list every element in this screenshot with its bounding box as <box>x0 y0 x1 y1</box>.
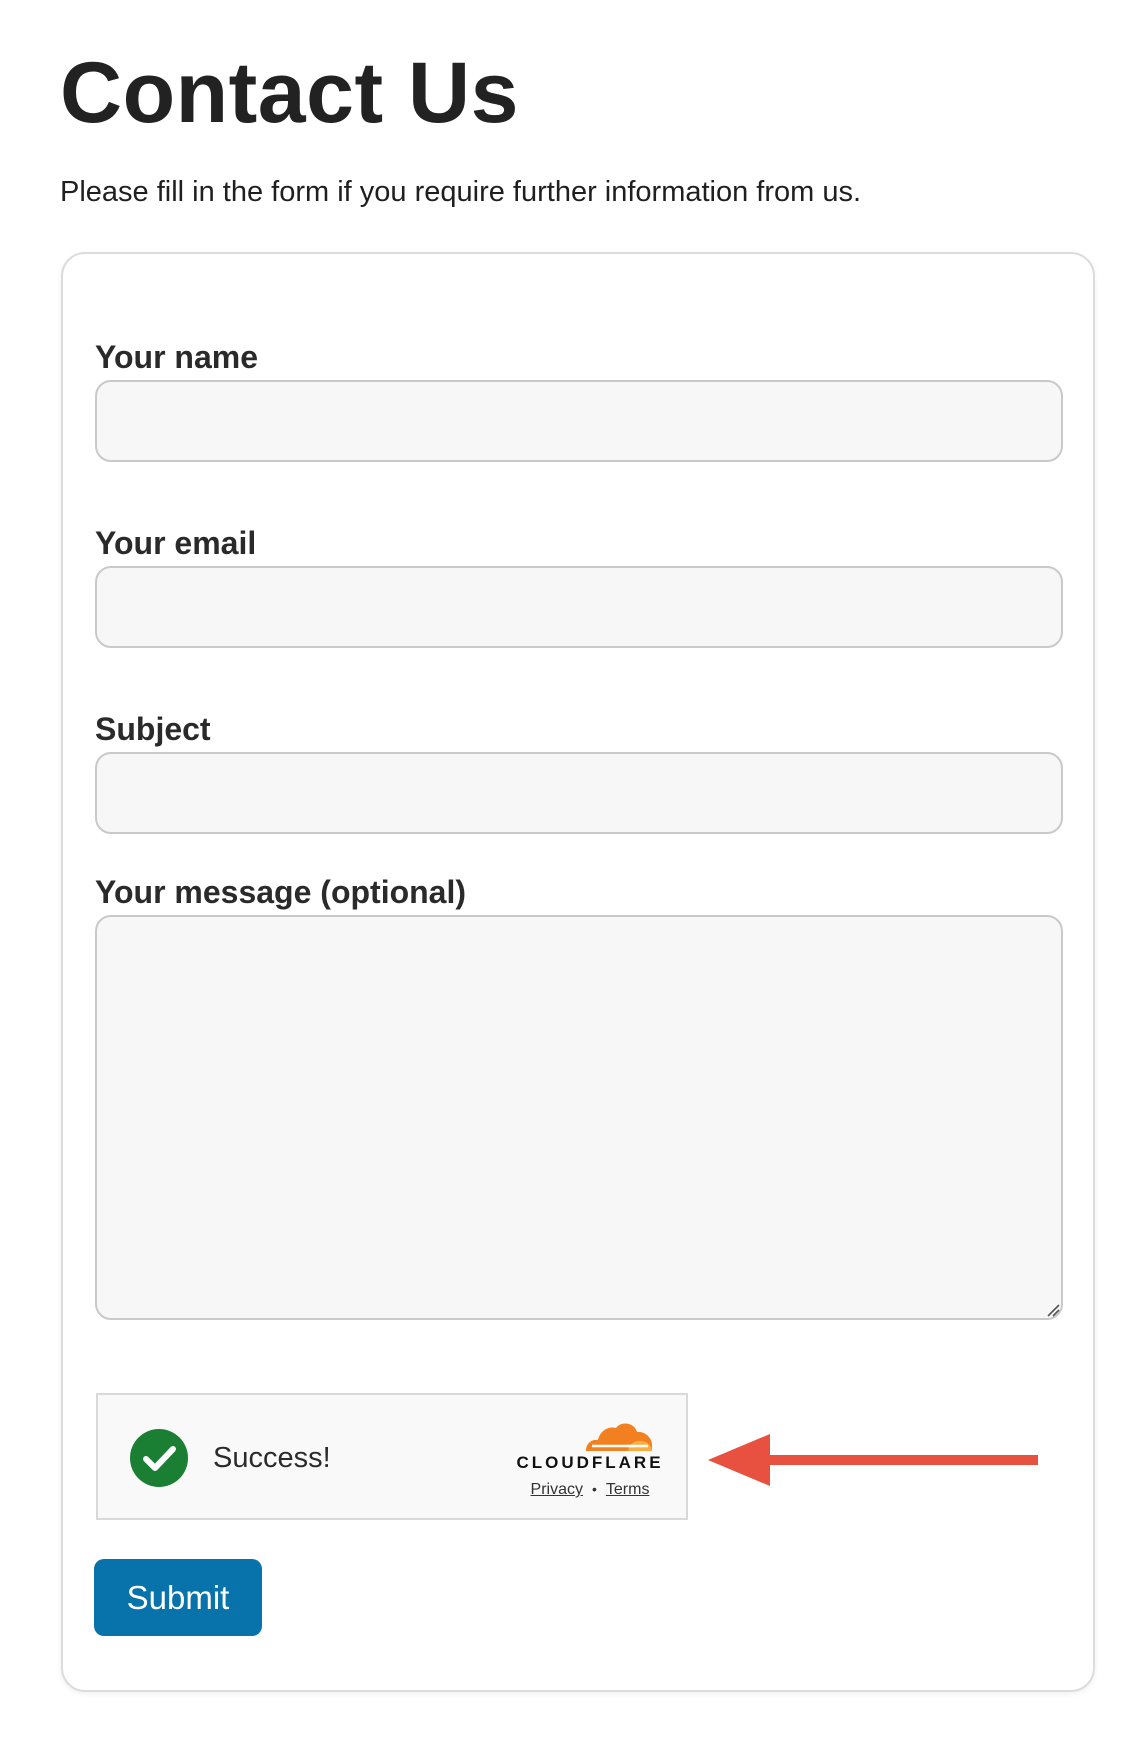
subject-label: Subject <box>95 711 211 747</box>
resize-grip-icon[interactable] <box>1046 1303 1060 1317</box>
email-field[interactable] <box>95 566 1063 648</box>
name-field[interactable] <box>95 380 1063 462</box>
subject-field[interactable] <box>95 752 1063 834</box>
arrow-left-icon <box>708 1434 1038 1486</box>
name-label: Your name <box>95 339 258 375</box>
captcha-links: Privacy • Terms <box>510 1481 670 1499</box>
cloudflare-cloud-icon <box>586 1423 652 1451</box>
terms-link[interactable]: Terms <box>606 1481 650 1498</box>
page-title: Contact Us <box>60 45 519 141</box>
link-separator: • <box>591 1481 597 1497</box>
message-field[interactable] <box>95 915 1063 1320</box>
page-subtitle: Please fill in the form if you require f… <box>60 176 862 208</box>
email-label: Your email <box>95 525 257 561</box>
message-label: Your message (optional) <box>95 874 467 910</box>
captcha-status: Success! <box>213 1442 331 1474</box>
contact-page: Contact Us Please fill in the form if yo… <box>0 0 1130 1750</box>
check-circle-icon <box>130 1429 188 1487</box>
captcha-widget[interactable]: Success! CLOUDFLARE Privacy • Terms <box>96 1393 688 1520</box>
submit-button[interactable]: Submit <box>94 1559 262 1636</box>
privacy-link[interactable]: Privacy <box>531 1481 583 1498</box>
cloudflare-brand: CLOUDFLARE <box>516 1453 664 1472</box>
